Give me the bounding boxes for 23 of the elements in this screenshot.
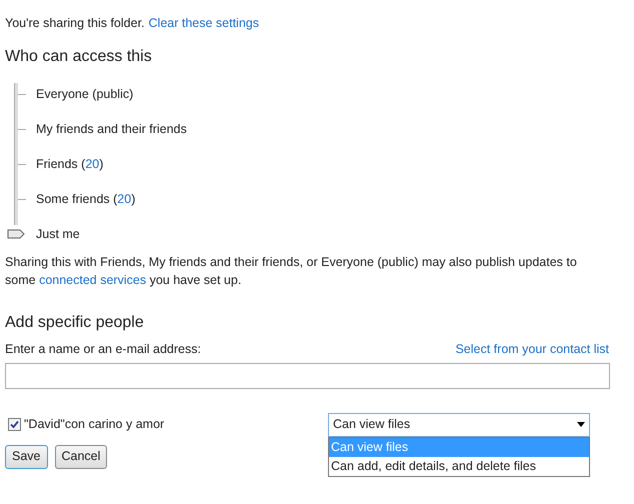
permission-dropdown[interactable]: Can view files xyxy=(328,412,590,436)
clear-settings-link[interactable]: Clear these settings xyxy=(148,14,259,33)
person-name: "David"con carino y amor xyxy=(24,416,164,434)
field-label: Enter a name or an e-mail address: xyxy=(5,340,201,358)
name-input-field[interactable] xyxy=(5,362,610,388)
action-button[interactable]: Cancel xyxy=(54,444,108,468)
sharing-notice: You're sharing this folder. xyxy=(5,15,145,32)
access-option[interactable]: Everyone (public) xyxy=(36,84,134,104)
section-heading: Add specific people xyxy=(5,312,145,333)
slider-thumb[interactable] xyxy=(7,229,25,240)
slider-track[interactable] xyxy=(14,82,18,225)
contact-list-link[interactable]: Select from your contact list xyxy=(455,340,609,358)
access-option[interactable]: Friends (20) xyxy=(36,154,104,174)
sharing-note: Sharing this with Friends, My friends and their friends, or Everyone (public) may also publish updates to some connected services you have set up. xyxy=(5,254,578,289)
access-option[interactable]: My friends and their friends xyxy=(36,120,187,139)
caret-icon xyxy=(577,422,585,427)
access-option[interactable]: Just me xyxy=(36,224,80,244)
connected-services-link[interactable]: connected services xyxy=(39,272,146,287)
access-option[interactable]: Some friends (20) xyxy=(36,190,136,209)
action-button[interactable]: Save xyxy=(5,444,48,468)
section-heading: Who can access this xyxy=(5,46,153,67)
checkbox[interactable] xyxy=(8,418,21,431)
dropdown-option[interactable]: Can add, edit details, and delete files xyxy=(329,456,589,476)
